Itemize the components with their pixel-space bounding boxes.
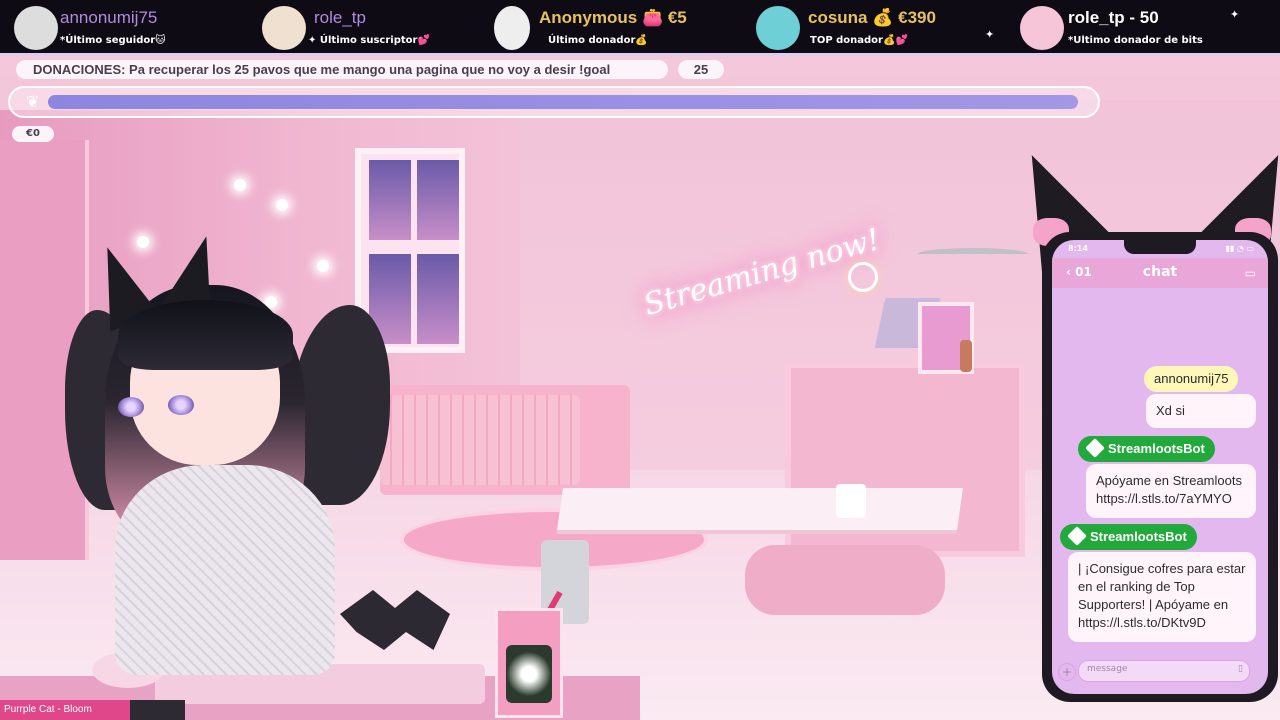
chat-input[interactable]: message ▯ <box>1078 660 1250 682</box>
teddy-bear-icon <box>262 6 306 50</box>
chat-message: Apóyame en Streamloots https://l.stls.to… <box>1086 464 1256 518</box>
alert-name: role_tp <box>314 8 366 27</box>
alert-label: TOP donador💰💕 <box>810 35 908 46</box>
latest-follower: annonumij75 *Último seguidor🐱 <box>14 0 234 56</box>
donation-goal-label: DONACIONES: Pa recuperar los 25 pavos qu… <box>16 60 668 79</box>
neon-heart-icon <box>848 262 878 292</box>
chat-username: annonumij75 <box>1144 366 1239 392</box>
alerts-bar: annonumij75 *Último seguidor🐱 role_tp ✦ … <box>0 0 1280 56</box>
lamp-arm <box>918 248 1028 260</box>
chat-phone: 8:14 ▮▮ ◔ ▭ ‹ 01 chat ▭ annonumij75 Xd s… <box>1042 232 1278 702</box>
eye-right <box>168 395 194 415</box>
donation-goal-bar: ❦ <box>8 86 1100 118</box>
chat-message: Xd si <box>1146 394 1256 428</box>
sparkle-icon: ✦ <box>985 28 995 41</box>
alert-label: Último donador💰 <box>548 35 648 46</box>
chat-title: chat <box>1142 264 1178 280</box>
alert-name: Anonymous 👛 €5 <box>539 8 687 27</box>
eye-left <box>118 397 144 417</box>
top-donor: cosuna 💰 €390 TOP donador💰💕 <box>756 0 976 56</box>
donation-goal-current: €0 <box>12 126 54 142</box>
butterfly-icon: ❦ <box>26 92 40 111</box>
alert-label: *Ultimo donador de bits <box>1068 35 1203 46</box>
alert-label: ✦ Último suscriptor💕 <box>308 35 430 46</box>
now-playing-bar <box>130 700 185 720</box>
latest-bits-donor: role_tp - 50 *Ultimo donador de bits <box>1020 0 1220 56</box>
mug <box>836 484 866 518</box>
alert-name: role_tp - 50 <box>1068 8 1159 27</box>
mic-icon[interactable]: ▯ <box>1238 664 1243 674</box>
chat-username: StreamlootsBot <box>1060 524 1197 550</box>
chat-header: ‹ 01 chat ▭ <box>1052 258 1268 288</box>
latest-subscriber: role_tp ✦ Último suscriptor💕 <box>262 0 462 56</box>
chat-username: StreamlootsBot <box>1078 436 1215 462</box>
bottle <box>960 340 972 372</box>
donation-goal-fill <box>48 95 1078 109</box>
now-playing: Purrple Cat - Bloom <box>0 700 130 720</box>
coffee-table <box>557 488 963 530</box>
chat-input-placeholder: message <box>1087 664 1128 674</box>
add-button[interactable]: + <box>1058 663 1076 681</box>
chat-message: | ¡Consigue cofres para estar en el rank… <box>1068 552 1256 642</box>
cat-cushion <box>745 545 945 615</box>
fairy-light <box>276 199 288 211</box>
bangs <box>118 300 293 370</box>
phone-time: 8:14 <box>1068 244 1088 253</box>
alert-label: *Último seguidor🐱 <box>60 35 166 46</box>
alert-name: cosuna 💰 €390 <box>808 8 936 27</box>
cat-icon <box>494 6 530 50</box>
dog-icon <box>756 6 800 50</box>
drink-carton <box>495 608 563 718</box>
panda-avatar-icon <box>14 6 58 50</box>
streamloots-icon <box>1085 438 1105 458</box>
right-wing <box>290 305 390 505</box>
chat-screen: 8:14 ▮▮ ◔ ▭ ‹ 01 chat ▭ annonumij75 Xd s… <box>1052 240 1268 694</box>
donation-goal-target: 25 <box>678 60 724 79</box>
sparkle-icon: ✦ <box>1230 8 1240 21</box>
video-icon[interactable]: ▭ <box>1245 266 1256 280</box>
outfit <box>115 465 335 675</box>
signal-icon: ▮▮ ◔ ▭ <box>1225 244 1254 253</box>
streamloots-icon <box>1067 526 1087 546</box>
alert-name: annonumij75 <box>60 8 158 27</box>
fairy-light <box>234 179 246 191</box>
pig-avatar-icon <box>1020 6 1064 50</box>
latest-donor: Anonymous 👛 €5 Último donador💰 <box>494 0 714 56</box>
vtuber-avatar <box>60 229 420 675</box>
